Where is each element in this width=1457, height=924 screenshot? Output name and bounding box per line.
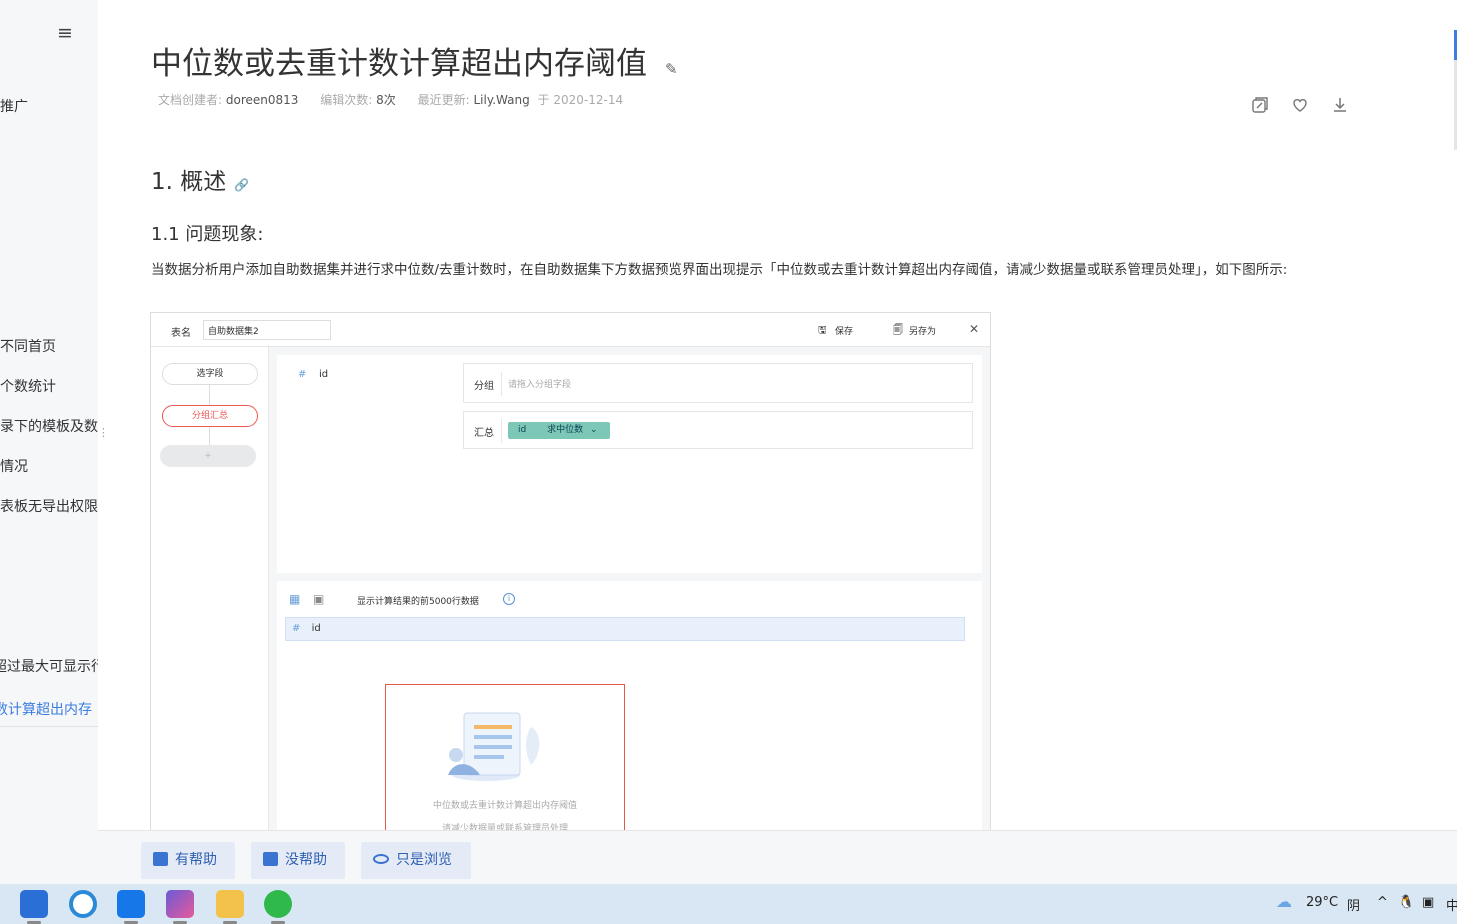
table-name-input[interactable]: 自助数据集2 — [203, 320, 331, 340]
group-dropzone[interactable]: 分组 请拖入分组字段 — [463, 363, 973, 403]
save-icon[interactable]: 🖫 — [818, 323, 827, 340]
qq-icon[interactable]: 🐧 — [1398, 895, 1414, 910]
summary-chip[interactable]: id 求中位数 ⌄ — [508, 422, 610, 439]
divider — [501, 372, 502, 396]
embedded-screenshot: 表名 自助数据集2 🖫 保存 🗐 另存为 ✕ 选字段 分组汇总 + # id 分… — [150, 312, 991, 832]
table-view-icon[interactable]: ▦ — [289, 592, 300, 606]
page-title: 中位数或去重计数计算超出内存阈值 ✎ — [151, 38, 678, 83]
save-as-icon[interactable]: 🗐 — [893, 323, 903, 340]
subsection-heading: 1.1 问题现象: — [151, 224, 264, 245]
page-title-text: 中位数或去重计数计算超出内存阈值 — [151, 46, 647, 82]
config-panel: # id 分组 请拖入分组字段 汇总 id 求中位数 ⌄ — [277, 355, 982, 573]
weather-status[interactable]: 阴 — [1347, 895, 1360, 914]
step-connector — [209, 385, 210, 405]
sidebar-item[interactable]: 个数统计 — [0, 376, 56, 396]
info-icon[interactable]: i — [503, 593, 515, 605]
feedback-bar: 有帮助 没帮助 只是浏览 — [98, 830, 1457, 884]
weather-cloud-icon[interactable]: ☁ — [1276, 892, 1292, 911]
column-id[interactable]: id — [312, 623, 321, 634]
app-finereport-icon[interactable] — [20, 890, 48, 918]
group-label: 分组 — [474, 381, 494, 392]
creator-label: 文档创建者: — [158, 93, 223, 107]
edits-value: 8次 — [376, 93, 396, 107]
edits-label: 编辑次数: — [320, 93, 373, 107]
temperature[interactable]: 29°C — [1306, 895, 1338, 910]
steps-panel: 选字段 分组汇总 + — [151, 347, 269, 831]
error-text-line1: 中位数或去重计数计算超出内存阈值 — [432, 801, 577, 811]
wechat-icon[interactable] — [264, 890, 292, 918]
group-placeholder: 请拖入分组字段 — [508, 380, 572, 390]
helpful-label: 有帮助 — [175, 852, 217, 868]
creator-value: doreen0813 — [225, 93, 299, 107]
summary-dropzone[interactable]: 汇总 id 求中位数 ⌄ — [463, 411, 973, 449]
section-heading: 1. 概述 🔗 — [151, 162, 249, 196]
browser-icon[interactable] — [69, 890, 97, 918]
sidebar-item[interactable]: 推广 — [0, 96, 28, 116]
number-field-icon: # — [298, 369, 307, 380]
sidebar-item-active[interactable]: 数计算超出内存 — [0, 699, 92, 719]
download-icon[interactable] — [1331, 96, 1349, 114]
close-icon[interactable]: ✕ — [969, 322, 979, 336]
chevron-up-icon[interactable]: ^ — [1377, 895, 1388, 910]
step-select-fields[interactable]: 选字段 — [162, 363, 258, 385]
preview-note: 显示计算结果的前5000行数据 — [357, 597, 479, 607]
save-as-button[interactable]: 另存为 — [909, 324, 936, 337]
number-column-icon: # — [292, 623, 301, 634]
save-button[interactable]: 保存 — [835, 324, 853, 337]
chip-agg: 求中位数 — [547, 425, 584, 435]
ime-indicator[interactable]: 中 — [1446, 895, 1457, 914]
sidebar: ≡ 推广 不同首页 个数统计 录下的模板及数 情况 表板无导出权限 超过最大可显… — [0, 0, 98, 884]
updated-on: 于 2020-12-14 — [537, 93, 624, 107]
just-browse-label: 只是浏览 — [396, 852, 452, 868]
network-icon[interactable]: ▣ — [1422, 895, 1434, 910]
app-feishu-icon[interactable] — [117, 890, 145, 918]
error-message-box: 中位数或去重计数计算超出内存阈值 请减少数据量或联系管理员处理 — [385, 684, 625, 831]
helpful-button[interactable]: 有帮助 — [141, 842, 235, 879]
not-helpful-label: 没帮助 — [285, 852, 327, 868]
summary-label: 汇总 — [474, 428, 494, 439]
thumbs-up-icon — [153, 852, 168, 866]
step-group-summary[interactable]: 分组汇总 — [162, 405, 258, 427]
sidebar-item[interactable]: 超过最大可显示行 — [0, 656, 98, 676]
figure-header: 表名 自助数据集2 🖫 保存 🗐 另存为 ✕ — [151, 313, 990, 347]
app-photos-icon[interactable] — [166, 890, 194, 918]
paragraph: 当数据分析用户添加自助数据集并进行求中位数/去重计数时，在自助数据集下方数据预览… — [151, 262, 1288, 278]
sidebar-item[interactable]: 录下的模板及数 — [0, 416, 98, 436]
eye-icon — [373, 854, 389, 864]
updated-label: 最近更新: — [417, 93, 470, 107]
thumbs-down-icon — [263, 852, 278, 866]
preview-panel: ▦ ▣ 显示计算结果的前5000行数据 i # id — [277, 581, 982, 831]
section-heading-text: 1. 概述 — [151, 169, 227, 195]
article-meta: 文档创建者: doreen0813 编辑次数: 8次 最近更新: Lily.Wa… — [158, 91, 623, 108]
table-name-label: 表名 — [171, 328, 191, 339]
sidebar-item[interactable]: 不同首页 — [0, 336, 56, 356]
favorite-heart-icon[interactable] — [1291, 96, 1309, 114]
file-explorer-icon[interactable] — [216, 890, 244, 918]
detail-view-icon[interactable]: ▣ — [313, 592, 324, 606]
divider — [501, 419, 502, 443]
sidebar-divider — [0, 726, 98, 727]
hamburger-menu-icon[interactable]: ≡ — [57, 22, 73, 44]
anchor-link-icon[interactable]: 🔗 — [234, 178, 249, 192]
edit-icon[interactable]: ✎ — [665, 60, 678, 78]
just-browse-button[interactable]: 只是浏览 — [361, 842, 471, 879]
empty-state-document-icon — [448, 712, 540, 781]
sidebar-item[interactable]: 表板无导出权限 — [0, 496, 98, 516]
add-step-button[interactable]: + — [160, 445, 256, 467]
article: 中位数或去重计数计算超出内存阈值 ✎ 文档创建者: doreen0813 编辑次数… — [98, 0, 1457, 884]
not-helpful-button[interactable]: 没帮助 — [251, 842, 345, 879]
copy-icon[interactable] — [1251, 96, 1269, 114]
chevron-down-icon[interactable]: ⌄ — [590, 425, 598, 435]
updated-by[interactable]: Lily.Wang — [473, 93, 529, 107]
chip-field: id — [518, 425, 527, 435]
column-header-row: # id — [285, 617, 965, 641]
sidebar-item[interactable]: 情况 — [0, 456, 28, 476]
field-item-id[interactable]: id — [319, 369, 328, 380]
taskbar: ☁ 29°C 阴 ^ 🐧 ▣ 中 — [0, 884, 1457, 924]
